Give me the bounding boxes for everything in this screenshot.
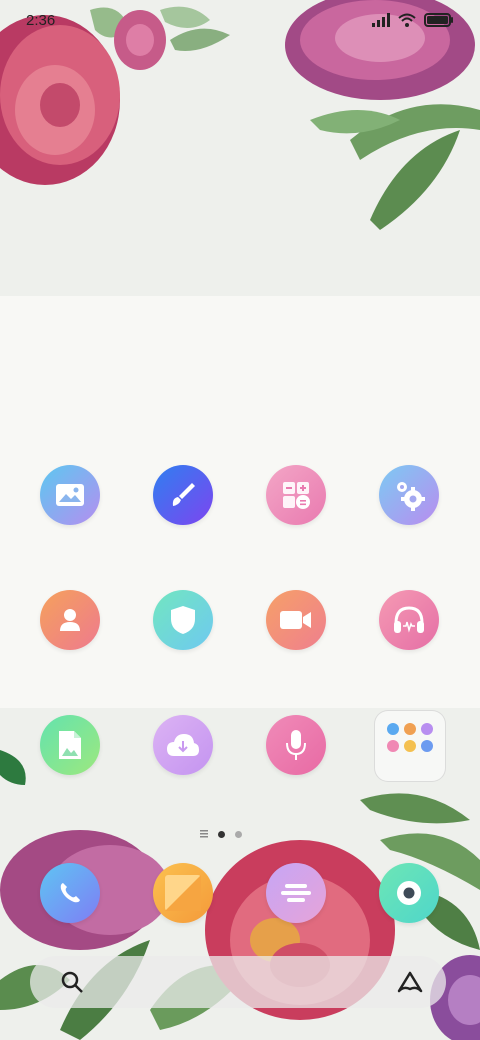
document-icon	[59, 731, 81, 759]
folder-mini-app-6	[421, 740, 433, 752]
camera-app[interactable]	[379, 863, 439, 923]
person-icon	[60, 609, 80, 631]
cloud-download-icon	[167, 734, 199, 756]
themes-app[interactable]	[153, 465, 213, 525]
video-camera-icon	[280, 611, 311, 629]
folder-mini-app-5	[404, 740, 416, 752]
calculator-app[interactable]	[266, 465, 326, 525]
battery-icon	[424, 13, 453, 27]
clock: 2:36	[26, 12, 56, 29]
image-icon	[56, 484, 84, 506]
camera-icon	[397, 881, 421, 905]
files-app[interactable]	[40, 715, 100, 775]
phone-app[interactable]	[40, 863, 100, 923]
gear-icon	[397, 482, 425, 511]
browser-icon	[281, 884, 311, 902]
security-app[interactable]	[153, 590, 213, 650]
page-indicator[interactable]	[200, 830, 242, 838]
search-icon	[61, 971, 83, 993]
microphone-icon	[286, 730, 306, 760]
status-bar: 2:36	[0, 0, 480, 40]
folder-mini-app-3	[421, 723, 433, 735]
browser-app[interactable]	[266, 863, 326, 923]
menu-lines-icon	[200, 830, 208, 838]
page-dot	[235, 830, 242, 838]
gallery-app[interactable]	[40, 465, 100, 525]
folder-mini-app-4	[387, 740, 399, 752]
contacts-app[interactable]	[40, 590, 100, 650]
page-dot-current	[218, 830, 225, 838]
settings-app[interactable]	[379, 465, 439, 525]
brush-icon	[172, 483, 195, 506]
folder-mini-app-1	[387, 723, 399, 735]
notes-app[interactable]	[153, 863, 213, 923]
notes-icon	[165, 875, 201, 911]
assistant-icon[interactable]	[396, 970, 424, 994]
status-icons	[372, 13, 454, 27]
phone-icon	[60, 883, 80, 903]
calculator-icon	[283, 482, 310, 509]
recorder-app[interactable]	[266, 715, 326, 775]
video-app[interactable]	[266, 590, 326, 650]
search-bar[interactable]	[30, 956, 446, 1008]
folder-mini-app-2	[404, 723, 416, 735]
downloads-app[interactable]	[153, 715, 213, 775]
wifi-icon	[398, 13, 416, 27]
signal-icon	[372, 13, 390, 27]
headphones-icon	[394, 606, 424, 633]
music-app[interactable]	[379, 590, 439, 650]
home-screen: 2:36	[0, 0, 480, 1040]
shield-icon	[171, 606, 195, 634]
app-folder[interactable]	[374, 710, 446, 782]
